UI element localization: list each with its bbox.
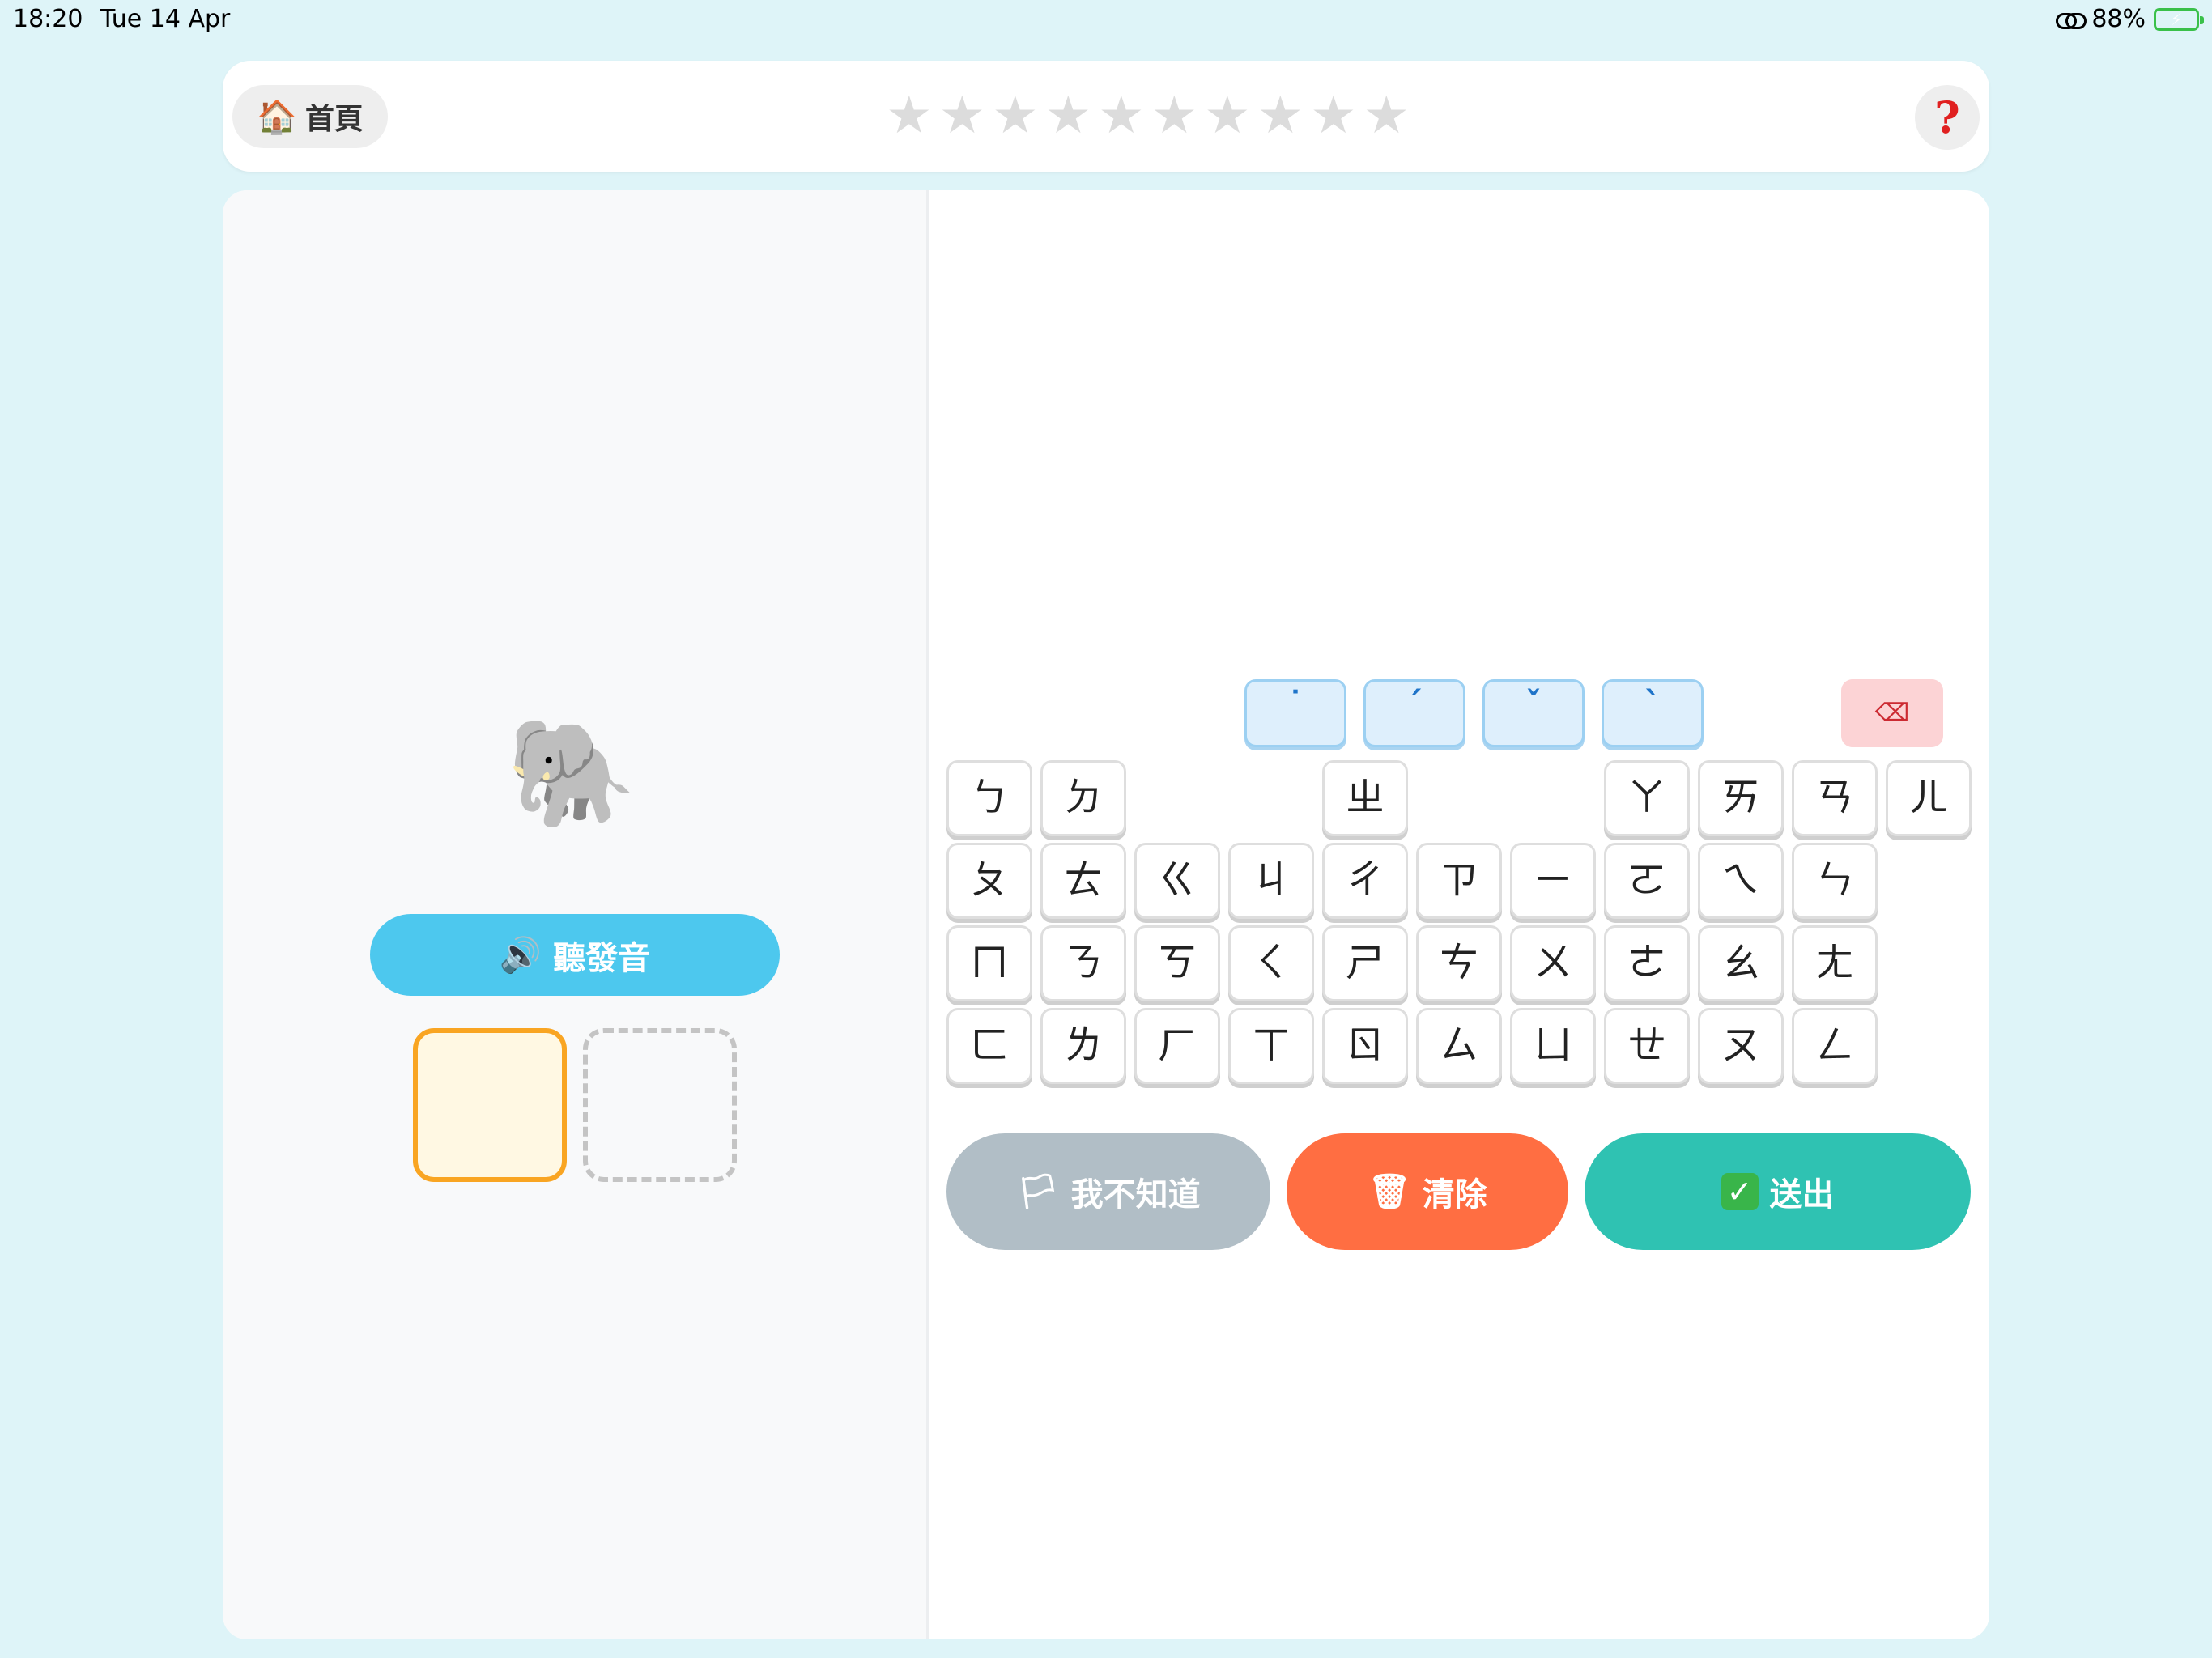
bopomofo-key[interactable]: ㄖ [1322, 1008, 1408, 1084]
clear-label: 清除 [1422, 1176, 1487, 1214]
bopomofo-key[interactable]: ㄋ [1040, 925, 1126, 1001]
link-icon [2056, 11, 2087, 29]
star-icon: ★ [886, 86, 933, 146]
check-icon: ✓ [1721, 1173, 1759, 1210]
tone-key-third[interactable]: ˇ [1482, 679, 1585, 747]
bopomofo-key[interactable]: ㄚ [1604, 760, 1690, 836]
star-icon: ★ [1363, 86, 1410, 146]
submit-button[interactable]: ✓ 送出 [1585, 1133, 1971, 1250]
status-time: 18:20 [13, 5, 83, 33]
dont-know-button[interactable]: 🏳 我不知道 [946, 1133, 1270, 1250]
battery-percent: 88% [2091, 5, 2146, 33]
status-right: 88% ⚡ [2056, 5, 2204, 33]
bopomofo-key[interactable]: ㄕ [1322, 925, 1408, 1001]
prompt-panel: 🐘 🔊 聽發音 [223, 190, 929, 1639]
bopomofo-key[interactable]: ㄙ [1416, 1008, 1502, 1084]
tone-key-fourth[interactable]: ˋ [1602, 679, 1704, 747]
dont-know-label: 我不知道 [1070, 1176, 1201, 1214]
clear-button[interactable]: 🗑 清除 [1287, 1133, 1568, 1250]
bopomofo-key[interactable]: ㄤ [1792, 925, 1878, 1001]
bopomofo-key[interactable]: ㄥ [1792, 1008, 1878, 1084]
speaker-icon: 🔊 [499, 934, 542, 975]
star-icon: ★ [1044, 86, 1091, 146]
bopomofo-key[interactable]: ㄆ [946, 843, 1032, 919]
submit-label: 送出 [1769, 1176, 1835, 1214]
bopomofo-key[interactable]: ㄨ [1510, 925, 1596, 1001]
bopomofo-key[interactable]: ㄏ [1134, 1008, 1220, 1084]
elephant-icon: 🐘 [506, 712, 637, 835]
status-bar: 18:20 Tue 14 Apr 88% ⚡ [0, 0, 2212, 40]
star-icon: ★ [938, 86, 985, 146]
header-bar: 🏠 首頁 ★ ★ ★ ★ ★ ★ ★ ★ ★ ★ ? [223, 61, 1989, 172]
battery-icon: ⚡ [2154, 7, 2204, 31]
bopomofo-key[interactable]: ㄈ [946, 1008, 1032, 1084]
bopomofo-key[interactable]: ㄟ [1698, 843, 1784, 919]
bopomofo-key[interactable]: ㄌ [1040, 1008, 1126, 1084]
backspace-button[interactable]: ⌫ [1841, 679, 1943, 747]
bopomofo-key[interactable]: ㄢ [1792, 760, 1878, 836]
answer-slot-1[interactable] [413, 1028, 567, 1182]
trash-icon: 🗑 [1368, 1171, 1411, 1211]
star-icon: ★ [1257, 86, 1304, 146]
bopomofo-key[interactable]: ㄜ [1604, 925, 1690, 1001]
listen-button[interactable]: 🔊 聽發音 [370, 914, 780, 996]
bopomofo-key[interactable]: ㄡ [1698, 1008, 1784, 1084]
star-icon: ★ [1204, 86, 1251, 146]
bopomofo-key[interactable]: ㄓ [1322, 760, 1408, 836]
bopomofo-key[interactable]: ㄑ [1228, 925, 1314, 1001]
bopomofo-key[interactable]: ㄝ [1604, 1008, 1690, 1084]
answer-slot-2[interactable] [583, 1028, 737, 1182]
white-flag-icon: 🏳 [1016, 1171, 1060, 1211]
tone-key-second[interactable]: ˊ [1363, 679, 1465, 747]
listen-button-label: 聽發音 [553, 939, 651, 977]
star-icon: ★ [1151, 86, 1197, 146]
bopomofo-key[interactable]: ㄊ [1040, 843, 1126, 919]
status-date: Tue 14 Apr [100, 5, 231, 33]
bopomofo-key[interactable]: ㄛ [1604, 843, 1690, 919]
bopomofo-key[interactable]: ㄍ [1134, 843, 1220, 919]
house-icon: 🏠 [257, 98, 297, 136]
bopomofo-key[interactable]: ㄎ [1134, 925, 1220, 1001]
bopomofo-key[interactable]: ㄦ [1886, 760, 1972, 836]
star-icon: ★ [1310, 86, 1357, 146]
bopomofo-key[interactable]: ㄗ [1416, 843, 1502, 919]
help-button[interactable]: ? [1915, 85, 1980, 150]
bopomofo-key[interactable]: ㄘ [1416, 925, 1502, 1001]
home-button-label: 首頁 [304, 103, 364, 136]
star-rating: ★ ★ ★ ★ ★ ★ ★ ★ ★ ★ [883, 83, 1413, 148]
tone-key-neutral[interactable]: ˙ [1244, 679, 1346, 747]
bopomofo-key[interactable]: ㄧ [1510, 843, 1596, 919]
bopomofo-key[interactable]: ㄣ [1792, 843, 1878, 919]
bopomofo-key[interactable]: ㄅ [946, 760, 1032, 836]
bopomofo-key[interactable]: ㄇ [946, 925, 1032, 1001]
star-icon: ★ [1098, 86, 1145, 146]
home-button[interactable]: 🏠 首頁 [232, 85, 388, 148]
bopomofo-key[interactable]: ㄒ [1228, 1008, 1314, 1084]
bopomofo-key[interactable]: ㄩ [1510, 1008, 1596, 1084]
bopomofo-key[interactable]: ㄠ [1698, 925, 1784, 1001]
bopomofo-key[interactable]: ㄉ [1040, 760, 1126, 836]
bopomofo-key[interactable]: ㄐ [1228, 843, 1314, 919]
star-icon: ★ [992, 86, 1039, 146]
bopomofo-key[interactable]: ㄔ [1322, 843, 1408, 919]
exercise-card: 🐘 🔊 聽發音 ˙ ˊ ˇ ˋ ⌫ ㄅ ㄉ ㄓ ㄚ ㄞ ㄢ ㄦ ㄆ ㄊ ㄍ ㄐ … [223, 190, 1989, 1639]
bopomofo-key[interactable]: ㄞ [1698, 760, 1784, 836]
